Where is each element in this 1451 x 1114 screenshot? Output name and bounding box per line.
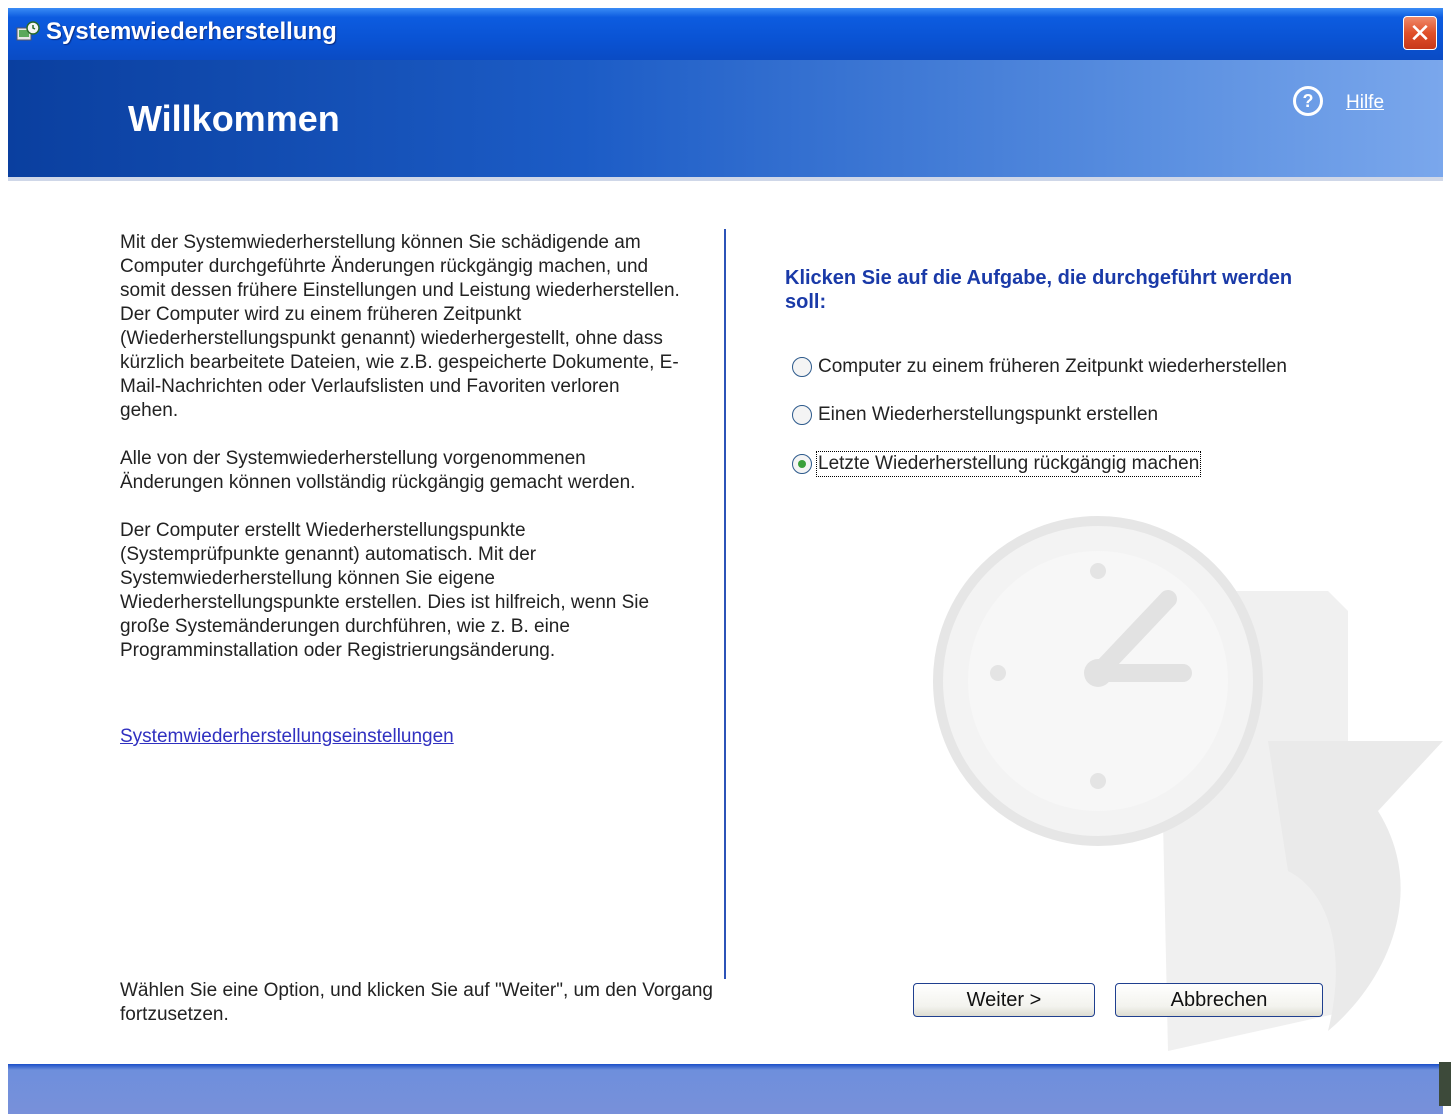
description-paragraph-1: Mit der Systemwiederherstellung können S…	[120, 232, 680, 421]
option-create-restore-point[interactable]: Einen Wiederherstellungspunkt erstellen	[792, 404, 1158, 426]
option-label: Letzte Wiederherstellung rückgängig mach…	[815, 451, 1202, 477]
help-link[interactable]: Hilfe	[1346, 92, 1384, 114]
description-paragraph-2: Alle von der Systemwiederherstellung vor…	[120, 448, 636, 493]
system-restore-window: Systemwiederherstellung ✕ Willkommen ? H…	[8, 8, 1443, 1114]
footer-bar	[8, 1064, 1443, 1114]
radio-icon[interactable]	[792, 357, 812, 377]
radio-icon[interactable]	[792, 405, 812, 425]
help-icon[interactable]: ?	[1293, 86, 1323, 116]
system-restore-app-icon	[16, 21, 40, 41]
clock-watermark-icon	[933, 516, 1443, 1051]
option-label: Computer zu einem früheren Zeitpunkt wie…	[818, 356, 1287, 377]
taskbar-edge	[1439, 1062, 1451, 1106]
cancel-button[interactable]: Abbrechen	[1115, 983, 1323, 1017]
window-title: Systemwiederherstellung	[46, 18, 337, 45]
next-button[interactable]: Weiter >	[913, 983, 1095, 1017]
option-undo-last-restore[interactable]: Letzte Wiederherstellung rückgängig mach…	[792, 451, 1202, 477]
radio-selected-icon[interactable]	[792, 454, 812, 474]
vertical-divider	[724, 229, 726, 979]
option-restore-earlier-time[interactable]: Computer zu einem früheren Zeitpunkt wie…	[792, 356, 1287, 378]
header-banner: Willkommen ? Hilfe	[8, 60, 1443, 181]
task-prompt: Klicken Sie auf die Aufgabe, die durchge…	[785, 267, 1293, 313]
content-area: Mit der Systemwiederherstellung können S…	[8, 181, 1443, 1064]
page-title: Willkommen	[128, 98, 340, 139]
help-icon-glyph: ?	[1302, 90, 1314, 111]
option-label: Einen Wiederherstellungspunkt erstellen	[818, 404, 1159, 425]
system-restore-settings-link[interactable]: Systemwiederherstellungseinstellungen	[120, 726, 454, 748]
description-paragraph-3: Der Computer erstellt Wiederherstellungs…	[120, 520, 650, 661]
instruction-text: Wählen Sie eine Option, und klicken Sie …	[120, 980, 713, 1025]
close-button[interactable]: ✕	[1403, 16, 1437, 50]
close-icon: ✕	[1409, 17, 1431, 48]
title-bar[interactable]: Systemwiederherstellung ✕	[8, 8, 1443, 60]
description-column: Mit der Systemwiederherstellung können S…	[120, 231, 680, 687]
